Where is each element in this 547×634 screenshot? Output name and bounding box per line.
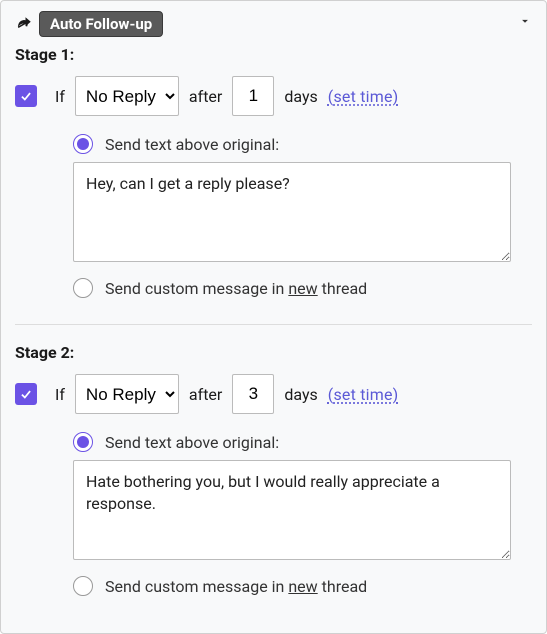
- stage-2-enable-checkbox[interactable]: [15, 383, 37, 405]
- stage-1-radio-new[interactable]: [73, 278, 93, 298]
- stage-1-label: Stage 1:: [15, 45, 532, 64]
- stage-2-option-new-label: Send custom message in new thread: [105, 577, 367, 596]
- days-label: days: [284, 385, 317, 404]
- share-icon: [15, 15, 33, 33]
- stage-1-condition-select[interactable]: No Reply: [75, 76, 179, 116]
- days-label: days: [284, 87, 317, 106]
- stage-1-radio-above[interactable]: [73, 134, 93, 154]
- chevron-down-icon: [518, 13, 532, 32]
- stage-1-days-input[interactable]: [232, 76, 274, 116]
- after-label: after: [189, 385, 222, 404]
- stage-2-option-above-label: Send text above original:: [105, 433, 279, 452]
- panel-header: Auto Follow-up: [15, 11, 532, 37]
- auto-follow-up-panel: Auto Follow-up Stage 1: If No Reply afte…: [0, 0, 547, 634]
- stage-1-enable-checkbox[interactable]: [15, 85, 37, 107]
- stage-2-condition-row: If No Reply after days set time: [15, 374, 532, 414]
- stage-1: Stage 1: If No Reply after days set time…: [15, 45, 532, 298]
- if-label: If: [55, 87, 65, 106]
- stage-1-set-time-link[interactable]: set time: [328, 87, 399, 106]
- stage-1-option-new-label: Send custom message in new thread: [105, 279, 367, 298]
- stage-1-option-above-label: Send text above original:: [105, 135, 279, 154]
- stage-2-days-input[interactable]: [232, 374, 274, 414]
- stage-1-message-textarea[interactable]: Hey, can I get a reply please?: [73, 162, 511, 262]
- stage-2-condition-select[interactable]: No Reply: [75, 374, 179, 414]
- stage-2-option-new-row: Send custom message in new thread: [73, 576, 532, 596]
- stage-1-option-new-row: Send custom message in new thread: [73, 278, 532, 298]
- stage-2-option-above-row: Send text above original:: [73, 432, 532, 452]
- collapse-toggle[interactable]: [516, 13, 534, 31]
- stage-1-condition-row: If No Reply after days set time: [15, 76, 532, 116]
- stage-2-label: Stage 2:: [15, 343, 532, 362]
- stage-2-radio-above[interactable]: [73, 432, 93, 452]
- stage-2-set-time-link[interactable]: set time: [328, 385, 399, 404]
- stage-2: Stage 2: If No Reply after days set time…: [15, 343, 532, 596]
- stage-divider: [15, 324, 532, 325]
- after-label: after: [189, 87, 222, 106]
- if-label: If: [55, 385, 65, 404]
- stage-2-radio-new[interactable]: [73, 576, 93, 596]
- auto-follow-up-title-badge: Auto Follow-up: [39, 11, 163, 37]
- stage-1-option-above-row: Send text above original:: [73, 134, 532, 154]
- stage-2-message-textarea[interactable]: Hate bothering you, but I would really a…: [73, 460, 511, 560]
